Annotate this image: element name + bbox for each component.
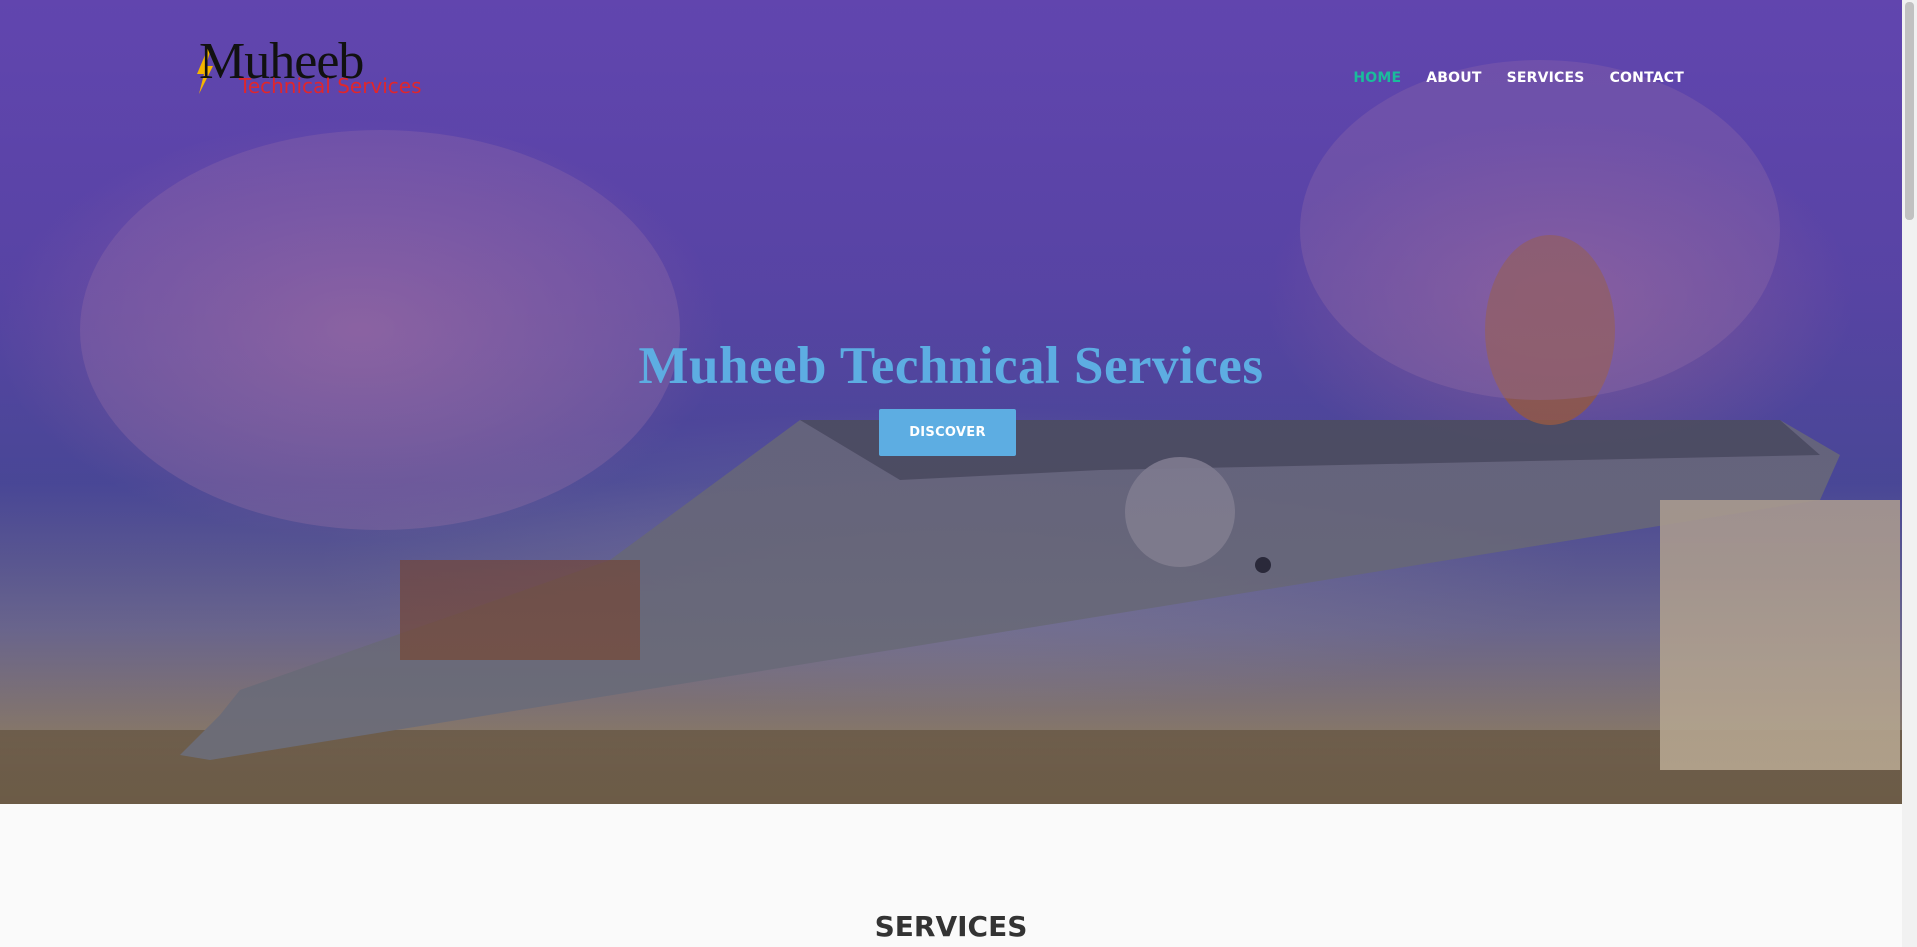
nav-contact[interactable]: CONTACT	[1610, 70, 1684, 86]
hero-section: Muheeb Technical Services HOME ABOUT SER…	[0, 0, 1902, 804]
logo-sub-text: Technical Services	[239, 74, 422, 98]
nav-home[interactable]: HOME	[1353, 70, 1401, 86]
page-scrollbar[interactable]	[1902, 0, 1917, 947]
site-logo[interactable]: Muheeb Technical Services	[195, 36, 435, 106]
nav-services[interactable]: SERVICES	[1507, 70, 1585, 86]
nav-about[interactable]: ABOUT	[1426, 70, 1481, 86]
services-heading: SERVICES	[874, 910, 1028, 943]
hero-color-overlay	[0, 0, 1902, 804]
main-nav: HOME ABOUT SERVICES CONTACT	[1353, 70, 1684, 86]
discover-button[interactable]: DISCOVER	[879, 409, 1016, 456]
scrollbar-thumb[interactable]	[1905, 2, 1914, 220]
hero-title: Muheeb Technical Services	[638, 337, 1264, 395]
